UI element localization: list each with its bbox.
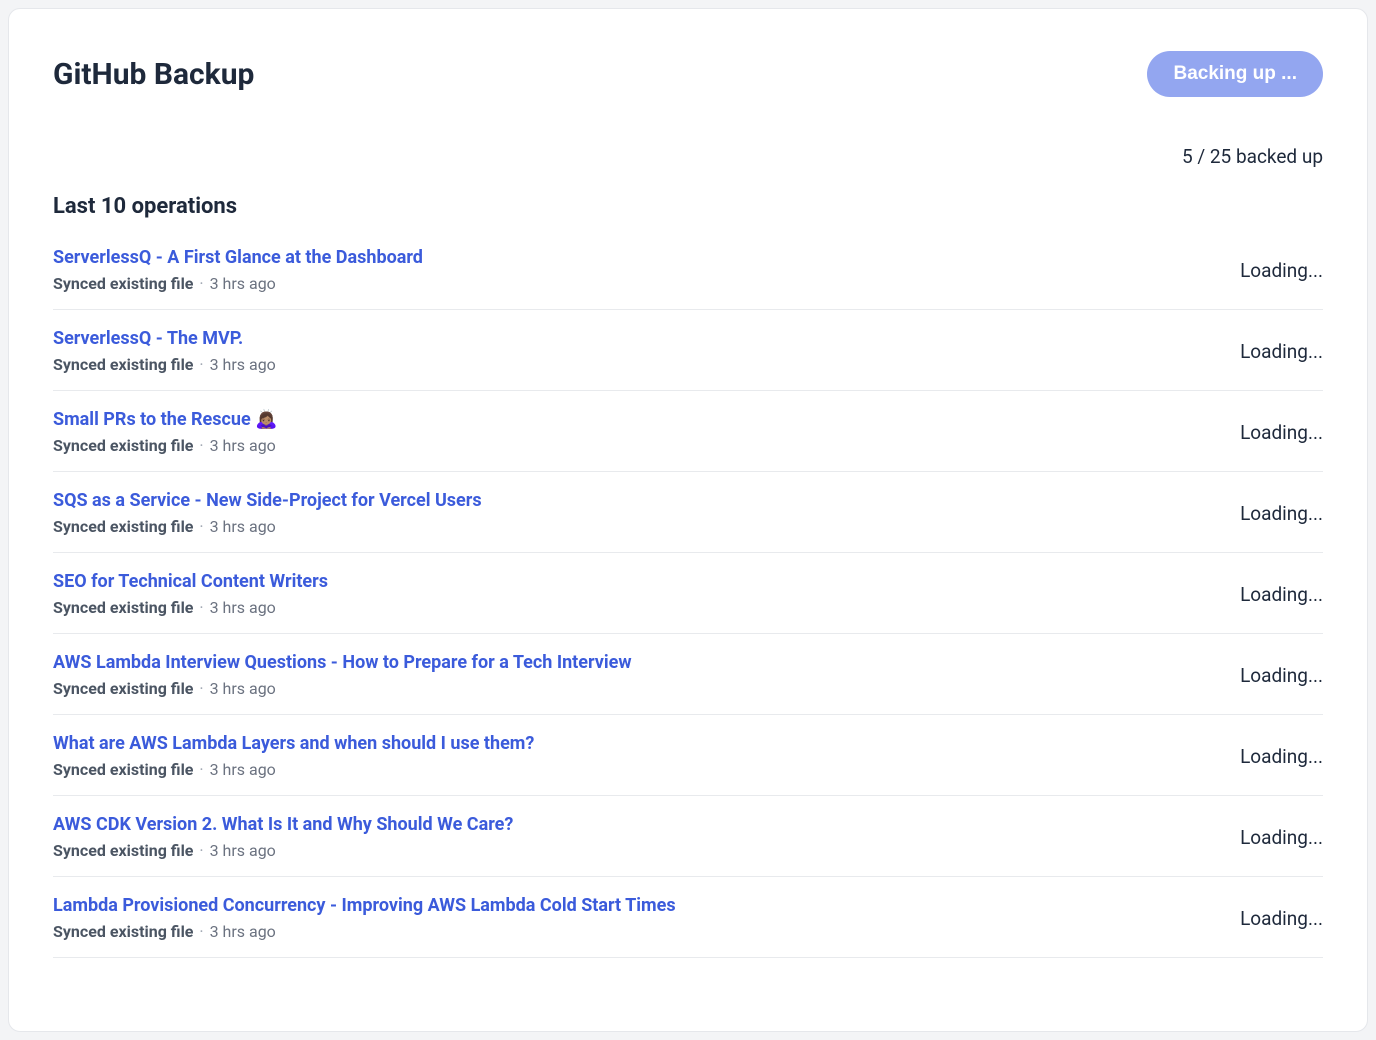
operation-meta: Synced existing file · 3 hrs ago: [53, 841, 513, 860]
operation-time: 3 hrs ago: [210, 436, 276, 455]
meta-separator: ·: [199, 517, 203, 536]
operation-meta: Synced existing file · 3 hrs ago: [53, 760, 534, 779]
meta-separator: ·: [199, 274, 203, 293]
operation-info: SQS as a Service - New Side-Project for …: [53, 490, 482, 536]
operation-item: Small PRs to the Rescue 🙇🏽‍♀️ Synced exi…: [53, 391, 1323, 472]
operation-meta: Synced existing file · 3 hrs ago: [53, 598, 328, 617]
backup-status: 5 / 25 backed up: [53, 145, 1323, 168]
operation-status: Loading...: [1240, 826, 1323, 849]
operation-title-link[interactable]: ServerlessQ - A First Glance at the Dash…: [53, 247, 423, 268]
operation-action: Synced existing file: [53, 517, 193, 536]
operation-info: Small PRs to the Rescue 🙇🏽‍♀️ Synced exi…: [53, 409, 278, 455]
operation-title-link[interactable]: AWS CDK Version 2. What Is It and Why Sh…: [53, 814, 513, 835]
operation-time: 3 hrs ago: [210, 517, 276, 536]
operation-meta: Synced existing file · 3 hrs ago: [53, 274, 423, 293]
operation-info: ServerlessQ - A First Glance at the Dash…: [53, 247, 423, 293]
backup-card: GitHub Backup Backing up ... 5 / 25 back…: [8, 8, 1368, 1032]
operation-title-link[interactable]: Small PRs to the Rescue 🙇🏽‍♀️: [53, 409, 278, 430]
meta-separator: ·: [199, 436, 203, 455]
meta-separator: ·: [199, 355, 203, 374]
operation-status: Loading...: [1240, 664, 1323, 687]
operation-title-link[interactable]: ServerlessQ - The MVP.: [53, 328, 276, 349]
operation-info: SEO for Technical Content Writers Synced…: [53, 571, 328, 617]
operation-status: Loading...: [1240, 421, 1323, 444]
operation-status: Loading...: [1240, 583, 1323, 606]
operation-status: Loading...: [1240, 340, 1323, 363]
header-row: GitHub Backup Backing up ...: [53, 51, 1323, 97]
backup-button[interactable]: Backing up ...: [1147, 51, 1323, 97]
operation-action: Synced existing file: [53, 355, 193, 374]
meta-separator: ·: [199, 760, 203, 779]
meta-separator: ·: [199, 841, 203, 860]
operation-item: SEO for Technical Content Writers Synced…: [53, 553, 1323, 634]
operation-title-link[interactable]: Lambda Provisioned Concurrency - Improvi…: [53, 895, 676, 916]
operation-action: Synced existing file: [53, 679, 193, 698]
meta-separator: ·: [199, 922, 203, 941]
operation-meta: Synced existing file · 3 hrs ago: [53, 436, 278, 455]
operation-status: Loading...: [1240, 502, 1323, 525]
operation-meta: Synced existing file · 3 hrs ago: [53, 355, 276, 374]
operation-title-link[interactable]: SEO for Technical Content Writers: [53, 571, 328, 592]
operation-info: ServerlessQ - The MVP. Synced existing f…: [53, 328, 276, 374]
operation-action: Synced existing file: [53, 274, 193, 293]
meta-separator: ·: [199, 598, 203, 617]
page-title: GitHub Backup: [53, 57, 254, 92]
operation-action: Synced existing file: [53, 841, 193, 860]
operation-time: 3 hrs ago: [210, 355, 276, 374]
operation-action: Synced existing file: [53, 922, 193, 941]
operation-item: ServerlessQ - A First Glance at the Dash…: [53, 247, 1323, 310]
operation-time: 3 hrs ago: [210, 760, 276, 779]
operation-title-link[interactable]: AWS Lambda Interview Questions - How to …: [53, 652, 632, 673]
operation-item: What are AWS Lambda Layers and when shou…: [53, 715, 1323, 796]
operation-item: SQS as a Service - New Side-Project for …: [53, 472, 1323, 553]
meta-separator: ·: [199, 679, 203, 698]
operation-action: Synced existing file: [53, 760, 193, 779]
operation-time: 3 hrs ago: [210, 922, 276, 941]
operation-time: 3 hrs ago: [210, 274, 276, 293]
operation-meta: Synced existing file · 3 hrs ago: [53, 517, 482, 536]
operation-info: Lambda Provisioned Concurrency - Improvi…: [53, 895, 676, 941]
operation-status: Loading...: [1240, 259, 1323, 282]
operation-title-link[interactable]: SQS as a Service - New Side-Project for …: [53, 490, 482, 511]
operation-time: 3 hrs ago: [210, 598, 276, 617]
operation-meta: Synced existing file · 3 hrs ago: [53, 922, 676, 941]
operation-title-link[interactable]: What are AWS Lambda Layers and when shou…: [53, 733, 534, 754]
operations-section-title: Last 10 operations: [53, 194, 1323, 219]
operation-info: AWS CDK Version 2. What Is It and Why Sh…: [53, 814, 513, 860]
operation-info: What are AWS Lambda Layers and when shou…: [53, 733, 534, 779]
operation-info: AWS Lambda Interview Questions - How to …: [53, 652, 632, 698]
operation-action: Synced existing file: [53, 436, 193, 455]
operation-status: Loading...: [1240, 745, 1323, 768]
operation-time: 3 hrs ago: [210, 841, 276, 860]
operation-action: Synced existing file: [53, 598, 193, 617]
operation-item: AWS CDK Version 2. What Is It and Why Sh…: [53, 796, 1323, 877]
operation-item: AWS Lambda Interview Questions - How to …: [53, 634, 1323, 715]
operation-item: Lambda Provisioned Concurrency - Improvi…: [53, 877, 1323, 958]
operations-list: ServerlessQ - A First Glance at the Dash…: [53, 247, 1323, 958]
operation-time: 3 hrs ago: [210, 679, 276, 698]
operation-status: Loading...: [1240, 907, 1323, 930]
operation-meta: Synced existing file · 3 hrs ago: [53, 679, 632, 698]
operation-item: ServerlessQ - The MVP. Synced existing f…: [53, 310, 1323, 391]
